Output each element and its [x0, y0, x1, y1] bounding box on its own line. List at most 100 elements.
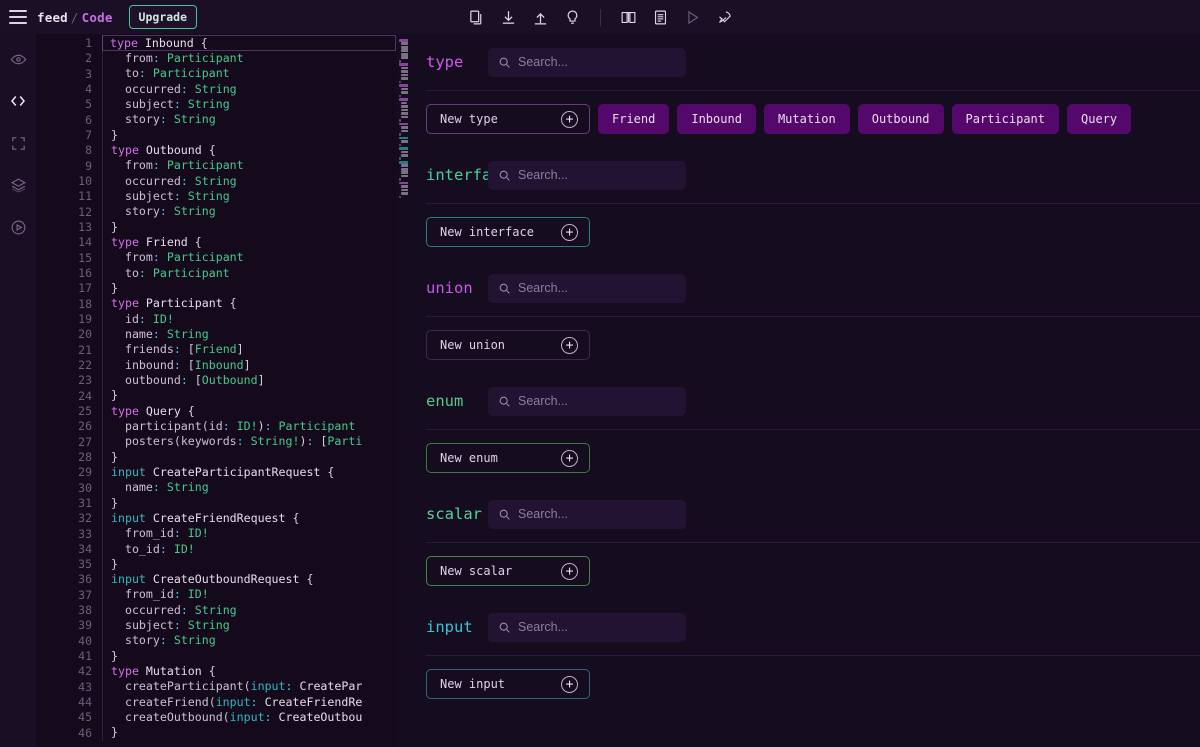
code-line[interactable]: input CreateParticipantRequest { — [102, 464, 396, 481]
code-line[interactable]: type Participant { — [102, 296, 396, 312]
section-header: scalar Search... — [408, 486, 1200, 542]
code-line[interactable]: from_id: ID! — [102, 526, 396, 542]
code-line[interactable]: } — [102, 495, 396, 511]
code-token: type — [111, 296, 139, 311]
code-line[interactable]: name: String — [102, 326, 396, 343]
search-input-enum[interactable]: Search... — [488, 386, 686, 416]
code-line[interactable]: participant(id: ID!): Participant — [102, 418, 396, 435]
code-line[interactable]: type Query { — [102, 403, 396, 419]
code-brackets-icon[interactable] — [5, 88, 31, 114]
plus-icon[interactable]: + — [561, 562, 578, 580]
plus-icon[interactable]: + — [561, 336, 578, 354]
plus-icon[interactable]: + — [561, 110, 578, 128]
code-line[interactable]: input CreateFriendRequest { — [102, 510, 396, 527]
search-input-interface[interactable]: Search... — [488, 160, 686, 190]
code-token: String — [180, 618, 230, 633]
breadcrumb-project[interactable]: feed — [37, 10, 68, 25]
code-token: : — [173, 618, 181, 633]
code-line[interactable]: type Inbound { — [102, 35, 396, 51]
code-line[interactable]: type Outbound { — [102, 142, 396, 159]
code-line[interactable]: posters(keywords: String!): [Parti — [102, 434, 396, 450]
code-line[interactable]: to_id: ID! — [102, 541, 396, 557]
code-token: Participant — [159, 158, 244, 173]
lightbulb-icon[interactable] — [563, 8, 582, 27]
expand-frame-icon[interactable] — [5, 130, 31, 156]
search-input-input[interactable]: Search... — [488, 612, 686, 642]
code-line[interactable]: input CreateOutboundRequest { — [102, 572, 396, 588]
code-line[interactable]: from_id: ID! — [102, 587, 396, 603]
code-line[interactable]: subject: String — [102, 96, 396, 113]
code-line[interactable]: name: String — [102, 480, 396, 496]
file-icon[interactable] — [651, 8, 670, 27]
breadcrumb-current[interactable]: Code — [82, 10, 113, 25]
menu-icon[interactable] — [9, 10, 27, 24]
book-icon[interactable] — [619, 8, 638, 27]
editor-minimap[interactable] — [396, 34, 408, 747]
new-interface-button[interactable]: New interface + — [426, 217, 590, 247]
chip-outbound[interactable]: Outbound — [857, 104, 944, 134]
code-line[interactable]: from: Participant — [102, 158, 396, 174]
code-line[interactable]: story: String — [102, 633, 396, 649]
chip-query[interactable]: Query — [1067, 104, 1132, 134]
line-number: 33 — [78, 526, 92, 541]
new-type-button[interactable]: New type + — [426, 104, 590, 134]
code-line[interactable]: } — [102, 127, 396, 143]
new-scalar-button[interactable]: New scalar + — [426, 556, 590, 586]
chip-friend[interactable]: Friend — [598, 104, 670, 134]
search-input-union[interactable]: Search... — [488, 273, 686, 303]
download-icon[interactable] — [499, 8, 518, 27]
new-enum-button[interactable]: New enum + — [426, 443, 590, 473]
code-line[interactable]: subject: String — [102, 188, 396, 205]
search-input-type[interactable]: Search... — [488, 47, 686, 77]
chip-inbound[interactable]: Inbound — [677, 104, 756, 134]
upload-icon[interactable] — [531, 8, 550, 27]
search-input-scalar[interactable]: Search... — [488, 499, 686, 529]
code-line[interactable]: } — [102, 725, 396, 741]
code-line[interactable]: occurred: String — [102, 602, 396, 619]
code-line[interactable]: } — [102, 219, 396, 235]
code-line[interactable]: } — [102, 280, 396, 297]
code-line[interactable]: occurred: String — [102, 173, 396, 189]
code-line[interactable]: } — [102, 556, 396, 573]
code-line[interactable]: inbound: [Inbound] — [102, 357, 396, 373]
code-line[interactable]: friends: [Friend] — [102, 342, 396, 358]
chip-participant[interactable]: Participant — [951, 104, 1060, 134]
code-line[interactable]: to: Participant — [102, 66, 396, 82]
layers-icon[interactable] — [5, 172, 31, 198]
code-token: } — [111, 280, 118, 295]
code-line[interactable]: occurred: String — [102, 81, 396, 97]
code-line[interactable]: id: ID! — [102, 311, 396, 327]
code-line[interactable]: } — [102, 648, 396, 665]
code-token: Participant — [145, 296, 223, 311]
code-line[interactable]: createFriend(input: CreateFriendRe — [102, 694, 396, 711]
play-icon[interactable] — [683, 8, 702, 27]
code-line[interactable]: subject: String — [102, 618, 396, 634]
code-line[interactable]: to: Participant — [102, 265, 396, 281]
code-line[interactable]: outbound: [Outbound] — [102, 372, 396, 389]
code-line[interactable]: } — [102, 388, 396, 404]
upgrade-button[interactable]: Upgrade — [128, 5, 198, 29]
code-line[interactable]: createParticipant(input: CreatePar — [102, 679, 396, 695]
play-circle-icon[interactable] — [5, 214, 31, 240]
code-line[interactable]: } — [102, 449, 396, 465]
code-line[interactable]: from: Participant — [102, 51, 396, 67]
code-line[interactable]: story: String — [102, 112, 396, 128]
plus-icon[interactable]: + — [561, 223, 578, 241]
plus-icon[interactable]: + — [561, 449, 578, 467]
code-line[interactable]: createOutbound(input: CreateOutbou — [102, 710, 396, 726]
rocket-icon[interactable] — [715, 8, 734, 27]
plus-icon[interactable]: + — [561, 675, 578, 693]
code-line[interactable]: type Friend { — [102, 234, 396, 251]
preview-eye-icon[interactable] — [5, 46, 31, 72]
code-line[interactable]: from: Participant — [102, 250, 396, 266]
new-union-button[interactable]: New union + — [426, 330, 590, 360]
copy-icon[interactable] — [467, 8, 486, 27]
code-line[interactable]: type Mutation { — [102, 664, 396, 680]
line-number: 41 — [78, 649, 92, 664]
code-content[interactable]: type Inbound { from: Participant to: Par… — [102, 34, 396, 747]
chip-mutation[interactable]: Mutation — [763, 104, 850, 134]
line-number: 3 — [85, 66, 92, 81]
code-line[interactable]: story: String — [102, 204, 396, 220]
new-input-button[interactable]: New input + — [426, 669, 590, 699]
code-editor[interactable]: 1 2 3 4 5 6 7 8 9 10 11 12 13 14 15 16 17 18 19 20 21 22 23 24 2… — [36, 34, 408, 747]
